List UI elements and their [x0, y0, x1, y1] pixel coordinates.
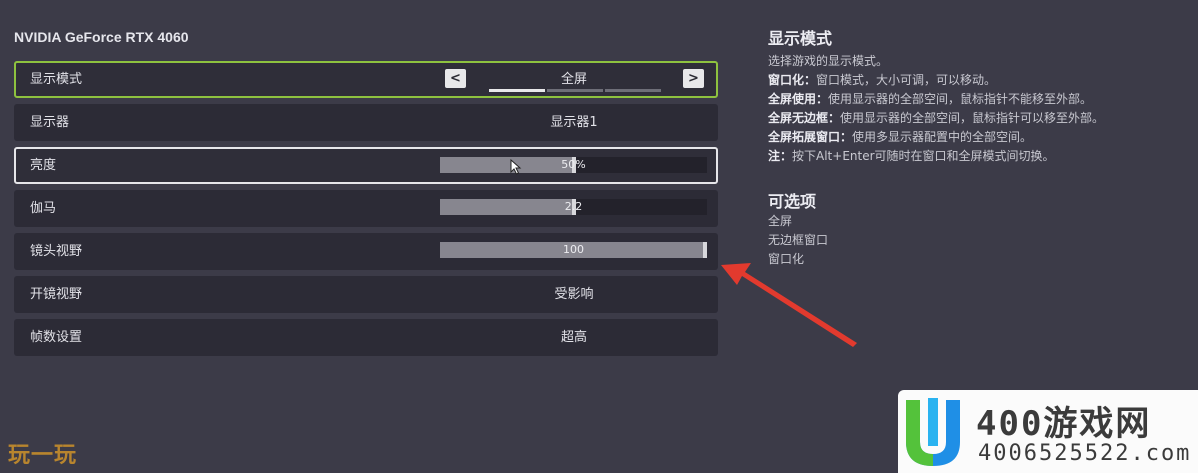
info-line: 注：按下Alt+Enter可随时在窗口和全屏模式间切换。	[768, 147, 1104, 166]
frame-rate-value: 超高	[560, 330, 587, 345]
annotation-arrow-icon	[721, 263, 857, 347]
u-logo-icon	[906, 398, 960, 466]
info-key: 全屏拓展窗口：	[768, 130, 853, 144]
options-title: 可选项	[768, 192, 817, 211]
slider-value: 2.2	[564, 200, 583, 213]
scope-fov-value: 受影响	[554, 287, 594, 302]
setting-label: 帧数设置	[30, 330, 83, 345]
info-text: 使用显示器的全部空间，鼠标指针不能移至外部。	[828, 92, 1093, 106]
slider-value: 50%	[561, 158, 586, 171]
prev-option-button[interactable]: <	[445, 69, 466, 88]
info-key: 全屏无边框：	[768, 111, 841, 125]
slider-value: 100	[563, 243, 584, 256]
info-line: 全屏拓展窗口：使用多显示器配置中的全部空间。	[768, 128, 1104, 147]
setting-row-brightness[interactable]: 亮度 50%	[14, 147, 718, 184]
info-text: 使用多显示器配置中的全部空间。	[852, 130, 1033, 144]
watermark-site-name: 400游戏网	[976, 404, 1152, 444]
gamma-slider[interactable]: 2.2	[440, 199, 707, 215]
setting-row-gamma[interactable]: 伽马 2.2	[14, 190, 718, 227]
option-indicator-2	[547, 89, 603, 92]
watermark-site-number: 4006525522.com	[978, 441, 1192, 466]
info-line: 窗口化：窗口模式，大小可调，可以移动。	[768, 71, 1104, 90]
setting-row-scope-fov[interactable]: 开镜视野 受影响	[14, 276, 718, 313]
monitor-value: 显示器1	[550, 115, 598, 130]
info-text: 窗口模式，大小可调，可以移动。	[816, 73, 997, 87]
gpu-name: NVIDIA GeForce RTX 4060	[14, 29, 189, 45]
info-panel: 显示模式 选择游戏的显示模式。 窗口化：窗口模式，大小可调，可以移动。 全屏使用…	[768, 25, 1104, 269]
setting-label: 镜头视野	[30, 244, 83, 259]
setting-label: 显示模式	[30, 72, 83, 87]
setting-row-monitor[interactable]: 显示器 显示器1	[14, 104, 718, 141]
info-key: 注：	[768, 149, 793, 163]
lens-fov-slider[interactable]: 100	[440, 242, 707, 258]
setting-row-lens-fov[interactable]: 镜头视野 100	[14, 233, 718, 270]
option-item: 无边框窗口	[768, 233, 829, 247]
info-text: 按下Alt+Enter可随时在窗口和全屏模式间切换。	[792, 149, 1055, 163]
info-key: 窗口化：	[768, 73, 817, 87]
info-text: 使用显示器的全部空间，鼠标指针可以移至外部。	[840, 111, 1105, 125]
setting-label: 显示器	[30, 115, 70, 130]
info-key: 全屏使用：	[768, 92, 829, 106]
option-item: 全屏	[768, 214, 793, 228]
info-intro: 选择游戏的显示模式。	[768, 54, 889, 68]
setting-label: 亮度	[30, 158, 57, 173]
setting-label: 伽马	[30, 201, 57, 216]
brightness-slider[interactable]: 50%	[440, 157, 707, 173]
next-option-button[interactable]: >	[683, 69, 704, 88]
info-title: 显示模式	[768, 29, 833, 48]
mouse-cursor-icon	[510, 158, 522, 179]
info-line: 全屏使用：使用显示器的全部空间，鼠标指针不能移至外部。	[768, 90, 1104, 109]
watermark-logo: 400游戏网 4006525522.com	[898, 390, 1198, 473]
setting-row-frame-rate[interactable]: 帧数设置 超高	[14, 319, 718, 356]
setting-label: 开镜视野	[30, 287, 83, 302]
option-indicator-1	[489, 89, 545, 92]
watermark-left-text: 玩一玩	[8, 443, 78, 468]
option-indicator-3	[605, 89, 661, 92]
info-line: 全屏无边框：使用显示器的全部空间，鼠标指针可以移至外部。	[768, 109, 1104, 128]
watermark-left: 玩一玩	[8, 437, 77, 469]
setting-row-display-mode[interactable]: 显示模式 < 全屏 >	[14, 61, 718, 98]
